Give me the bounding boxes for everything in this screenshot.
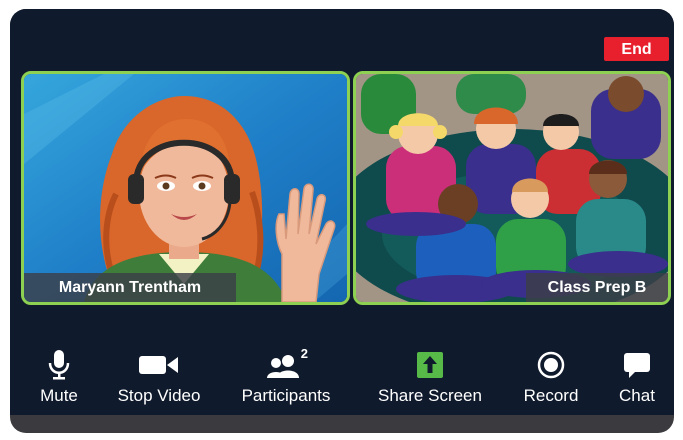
record-button[interactable]: Record xyxy=(516,340,586,415)
end-meeting-button[interactable]: End xyxy=(604,37,669,61)
mute-button[interactable]: Mute xyxy=(36,340,82,415)
stop-video-button[interactable]: Stop Video xyxy=(110,340,208,415)
meeting-toolbar: Mute Stop Video 2 Participants Share Scr… xyxy=(10,340,674,415)
chat-bubble-icon xyxy=(617,350,657,380)
video-area: End Maryann Trentham Class Prep B xyxy=(10,9,674,340)
share-screen-icon xyxy=(410,350,450,380)
participant-name-tag: Class Prep B xyxy=(526,273,668,302)
meeting-window: End Maryann Trentham Class Prep B Mute S… xyxy=(10,9,674,433)
share-screen-button[interactable]: Share Screen xyxy=(371,340,489,415)
video-camera-icon xyxy=(139,350,179,380)
participant-tile-teacher[interactable]: Maryann Trentham xyxy=(21,71,350,305)
chat-button[interactable]: Chat xyxy=(612,340,662,415)
class-video-feed xyxy=(356,74,668,302)
participants-icon: 2 xyxy=(266,346,308,380)
participant-name-tag: Maryann Trentham xyxy=(24,273,236,302)
microphone-icon xyxy=(39,350,79,380)
teacher-video-feed xyxy=(24,74,347,302)
participant-tile-class[interactable]: Class Prep B xyxy=(353,71,671,305)
participants-button[interactable]: 2 Participants xyxy=(232,340,340,415)
record-icon xyxy=(531,350,571,380)
participants-count-badge: 2 xyxy=(300,346,308,361)
